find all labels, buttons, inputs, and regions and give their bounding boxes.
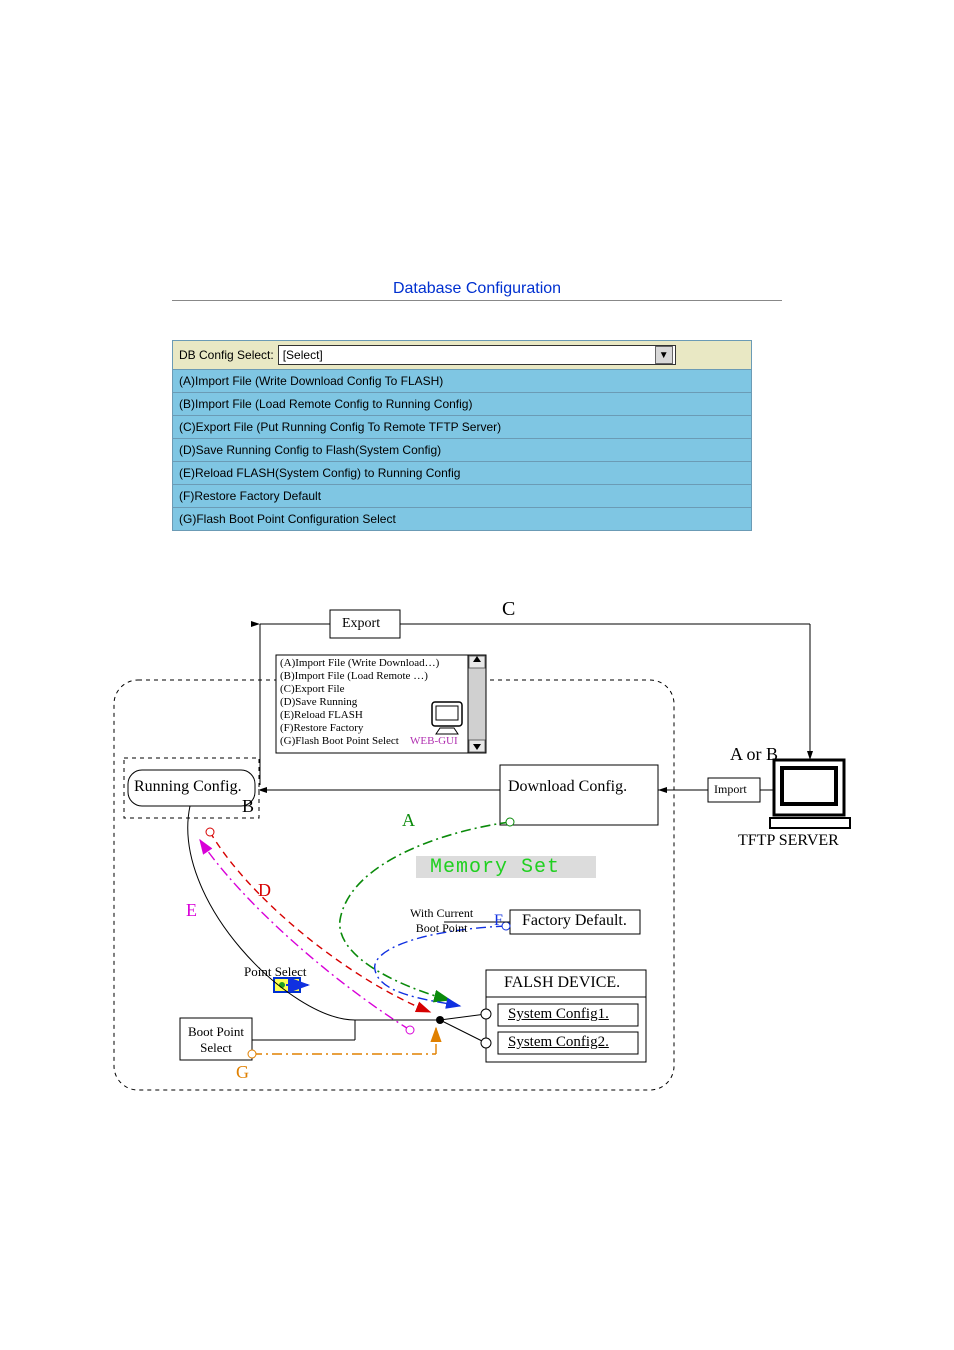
factory-default-label: Factory Default. — [522, 912, 627, 930]
c-top-label: C — [502, 598, 515, 621]
config-table: DB Config Select: [Select] ▼ (A)Import F… — [172, 340, 752, 531]
table-row[interactable]: (A)Import File (Write Download Config To… — [173, 369, 751, 392]
select-row: DB Config Select: [Select] ▼ — [173, 341, 751, 369]
table-row[interactable]: (G)Flash Boot Point Configuration Select — [173, 507, 751, 530]
dropdown-line: (C)Export File — [280, 683, 344, 696]
table-row[interactable]: (F)Restore Factory Default — [173, 484, 751, 507]
boot-point-select-label: Boot Point Select — [188, 1024, 244, 1056]
table-row[interactable]: (B)Import File (Load Remote Config to Ru… — [173, 392, 751, 415]
download-config-label: Download Config. — [508, 778, 627, 796]
a-label: A — [402, 810, 415, 831]
export-label: Export — [342, 616, 380, 632]
chevron-down-icon[interactable]: ▼ — [655, 346, 673, 364]
d-label: D — [258, 880, 271, 901]
import-label: Import — [714, 782, 747, 797]
dropdown-line: (G)Flash Boot Point Select — [280, 735, 399, 748]
web-gui-label: WEB-GUI — [410, 735, 458, 747]
f-label: F — [494, 912, 503, 930]
select-value: [Select] — [283, 348, 323, 362]
point-select-label: Point Select — [244, 964, 306, 980]
g-label: G — [236, 1062, 249, 1083]
b-label: B — [242, 796, 254, 817]
dropdown-line: (B)Import File (Load Remote …) — [280, 670, 428, 683]
running-config-label: Running Config. — [134, 778, 242, 796]
dropdown-line: (A)Import File (Write Download…) — [280, 657, 439, 670]
memory-set-label: Memory Set — [430, 856, 560, 879]
select-label: DB Config Select: — [179, 348, 274, 362]
e-label: E — [186, 900, 197, 921]
config-diagram: Export C (A)Import File (Write Download…… — [110, 600, 870, 1100]
table-row[interactable]: (D)Save Running Config to Flash(System C… — [173, 438, 751, 461]
table-row[interactable]: (E)Reload FLASH(System Config) to Runnin… — [173, 461, 751, 484]
dropdown-line: (D)Save Running — [280, 696, 357, 709]
dropdown-line: (F)Restore Factory — [280, 722, 363, 735]
tftp-label: TFTP SERVER — [738, 832, 839, 850]
db-config-select[interactable]: [Select] ▼ — [278, 345, 676, 365]
dropdown-line: (E)Reload FLASH — [280, 709, 363, 722]
table-row[interactable]: (C)Export File (Put Running Config To Re… — [173, 415, 751, 438]
sys2-label: System Config2. — [508, 1034, 609, 1051]
with-boot-label: With Current Boot Point — [410, 906, 473, 936]
a-or-b-label: A or B — [730, 744, 778, 765]
sys1-label: System Config1. — [508, 1006, 609, 1023]
flash-device-label: FALSH DEVICE. — [504, 974, 620, 992]
divider — [172, 300, 782, 301]
page-title: Database Configuration — [0, 280, 954, 298]
